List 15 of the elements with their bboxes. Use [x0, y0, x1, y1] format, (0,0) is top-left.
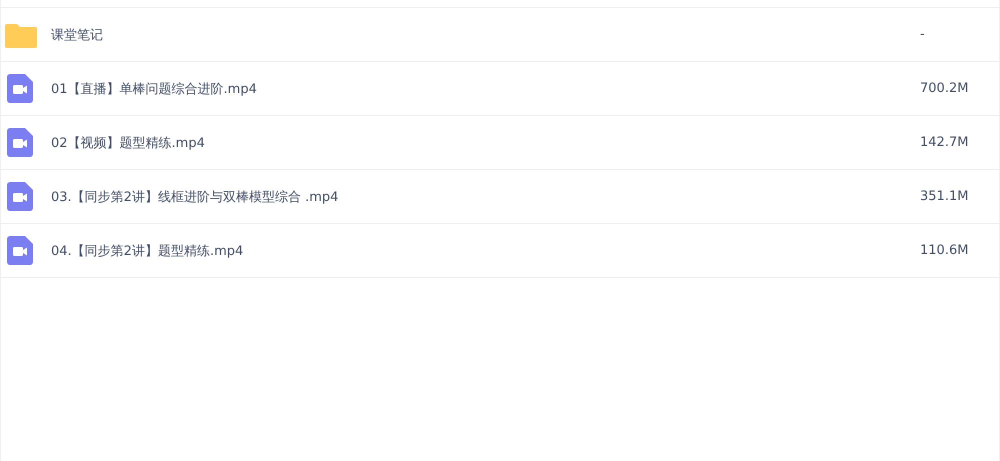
file-size: - — [920, 27, 926, 42]
video-file-icon — [7, 182, 33, 211]
file-size: 110.6M — [920, 243, 970, 258]
video-file-icon — [7, 74, 33, 103]
file-name[interactable]: 03.【同步第2讲】线框进阶与双棒模型综合 .mp4 — [51, 188, 920, 206]
file-name[interactable]: 02【视频】题型精练.mp4 — [51, 134, 920, 152]
file-name[interactable]: 01【直播】单棒问题综合进阶.mp4 — [51, 80, 920, 98]
file-size: 142.7M — [920, 135, 970, 150]
file-size: 700.2M — [920, 81, 970, 96]
file-size: 351.1M — [920, 189, 970, 204]
file-name[interactable]: 课堂笔记 — [51, 26, 920, 44]
folder-icon — [5, 22, 37, 48]
video-file-icon — [7, 128, 33, 157]
file-name[interactable]: 04.【同步第2讲】题型精练.mp4 — [51, 242, 920, 260]
video-file-icon — [7, 236, 33, 265]
